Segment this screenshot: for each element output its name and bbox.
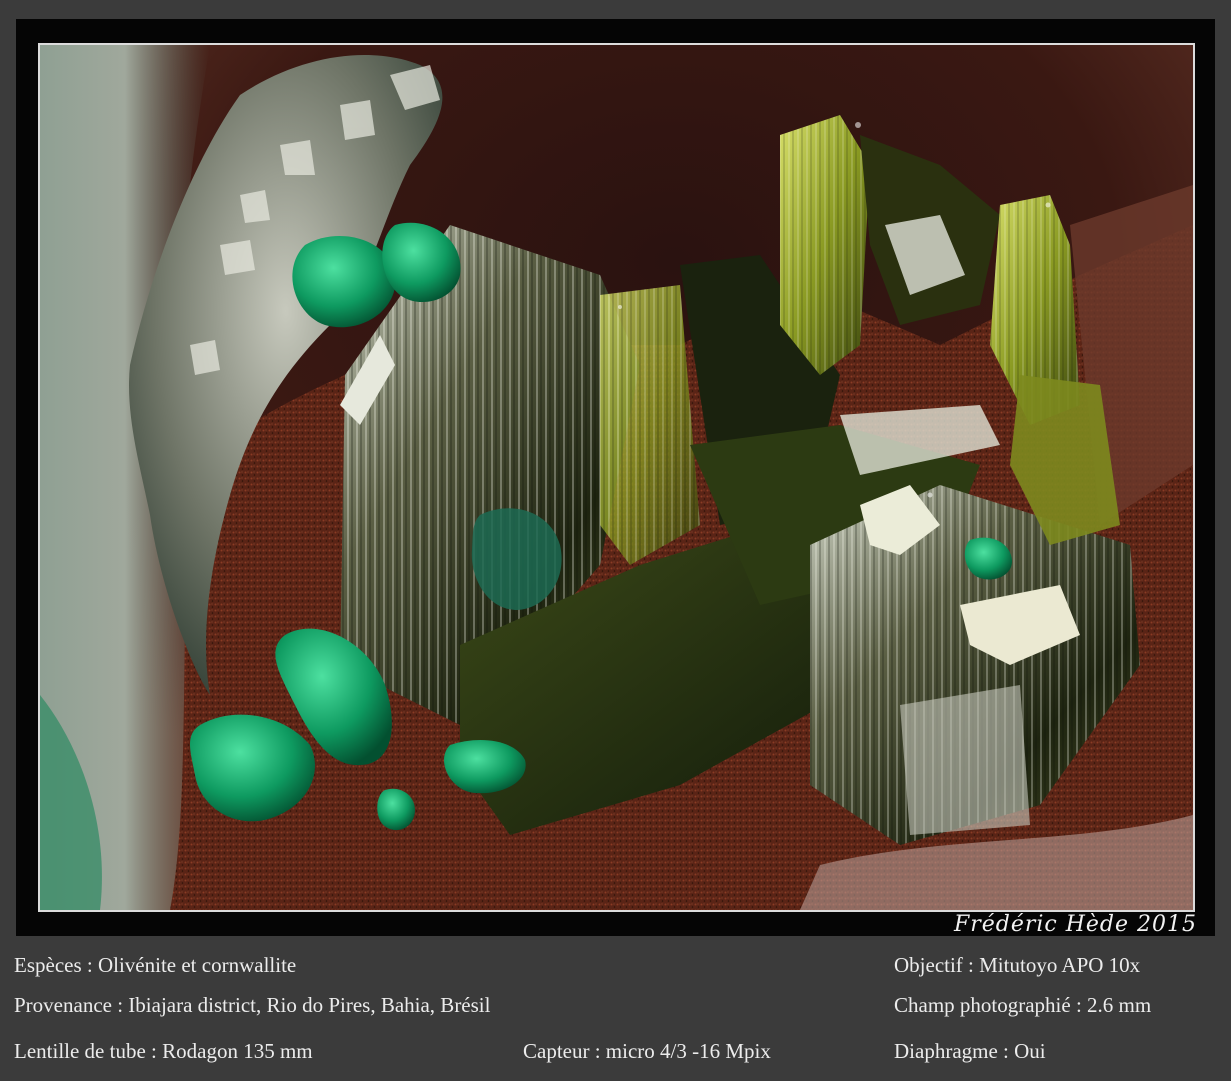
photo-mat: [38, 43, 1195, 912]
tube-lens-caption: Lentille de tube : Rodagon 135 mm: [14, 1039, 313, 1063]
specimen-photo: [40, 45, 1193, 910]
photographer-signature: Frédéric Hède 2015: [953, 912, 1197, 937]
objective-caption: Objectif : Mitutoyo APO 10x: [894, 953, 1141, 977]
field-of-view-caption: Champ photographié : 2.6 mm: [894, 993, 1152, 1017]
photo-frame: [16, 19, 1215, 936]
page: Frédéric Hède 2015 Espèces : Olivénite e…: [0, 0, 1231, 1081]
species-caption: Espèces : Olivénite et cornwallite: [14, 953, 297, 977]
aperture-caption: Diaphragme : Oui: [894, 1039, 1046, 1063]
provenance-caption: Provenance : Ibiajara district, Rio do P…: [14, 993, 491, 1017]
specimen-illustration: [40, 45, 1193, 910]
sensor-caption: Capteur : micro 4/3 -16 Mpix: [523, 1039, 771, 1063]
